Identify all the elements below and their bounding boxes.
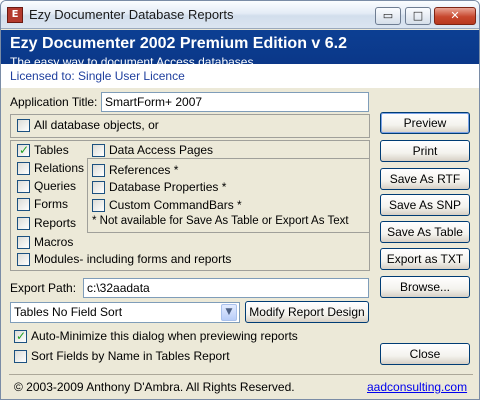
tables-checkbox[interactable] [17,143,30,157]
data-access-pages-checkbox[interactable] [92,144,105,157]
close-window-button[interactable]: ✕ [434,7,476,25]
report-dialog: E Ezy Documenter Database Reports ▭ □ ✕ … [0,0,480,400]
minimize-button[interactable]: ▭ [375,7,401,25]
maximize-button[interactable]: □ [405,7,431,25]
queries-label: Queries [34,179,77,193]
browse-button[interactable]: Browse... [380,276,470,298]
relations-label: Relations [34,161,85,175]
licence-text: Licensed to: Single User Licence [10,69,185,83]
export-path-input[interactable]: c:\32aadata [83,278,369,298]
sort-select[interactable]: Tables No Field Sort ▼ [10,302,240,323]
window-title: Ezy Documenter Database Reports [29,7,234,22]
database-properties-label: Database Properties * [109,180,227,194]
sort-select-value: Tables No Field Sort [14,305,123,319]
auto-minimize-label: Auto-Minimize this dialog when previewin… [31,329,298,343]
modules-checkbox[interactable] [17,253,30,266]
preview-button[interactable]: Preview [380,112,470,134]
all-objects-checkbox[interactable] [17,119,30,132]
website-link[interactable]: aadconsulting.com [367,380,467,394]
save-table-button[interactable]: Save As Table [380,221,470,243]
relations-checkbox[interactable] [17,162,30,175]
app-icon: E [7,7,23,23]
product-title: Ezy Documenter 2002 Premium Edition v 6.… [10,35,348,52]
close-button[interactable]: Close [380,343,470,365]
modules-label: Modules- including forms and reports [34,252,232,266]
export-txt-button[interactable]: Export as TXT [380,248,470,270]
app-title-input[interactable]: SmartForm+ 2007 [101,92,369,112]
print-button[interactable]: Print [380,140,470,162]
reports-checkbox[interactable] [17,217,30,230]
queries-checkbox[interactable] [17,180,30,193]
database-properties-checkbox[interactable] [92,181,105,194]
sort-fields-label: Sort Fields by Name in Tables Report [31,349,230,363]
export-path-label: Export Path: [10,281,77,295]
tables-label: Tables [34,143,69,157]
references-checkbox[interactable] [92,164,105,177]
extras-note: * Not available for Save As Table or Exp… [92,215,349,227]
macros-label: Macros [34,235,74,249]
app-title-label: Application Title: [10,95,98,109]
macros-checkbox[interactable] [17,236,30,249]
forms-label: Forms [34,197,68,211]
forms-checkbox[interactable] [17,198,30,211]
custom-commandbars-label: Custom CommandBars * [109,198,242,212]
sort-fields-checkbox[interactable] [14,350,27,363]
auto-minimize-checkbox[interactable] [14,329,27,343]
copyright-text: © 2003-2009 Anthony D'Ambra. All Rights … [14,380,295,394]
modify-report-design-button[interactable]: Modify Report Design [245,301,369,323]
data-access-pages-label: Data Access Pages [109,143,214,157]
references-label: References * [109,163,179,177]
all-objects-label: All database objects, or [34,118,159,132]
save-rtf-button[interactable]: Save As RTF [380,168,470,190]
custom-commandbars-checkbox[interactable] [92,199,105,212]
save-snp-button[interactable]: Save As SNP [380,194,470,216]
footer-divider [9,374,473,375]
reports-label: Reports [34,216,77,230]
chevron-down-icon[interactable]: ▼ [221,304,237,321]
